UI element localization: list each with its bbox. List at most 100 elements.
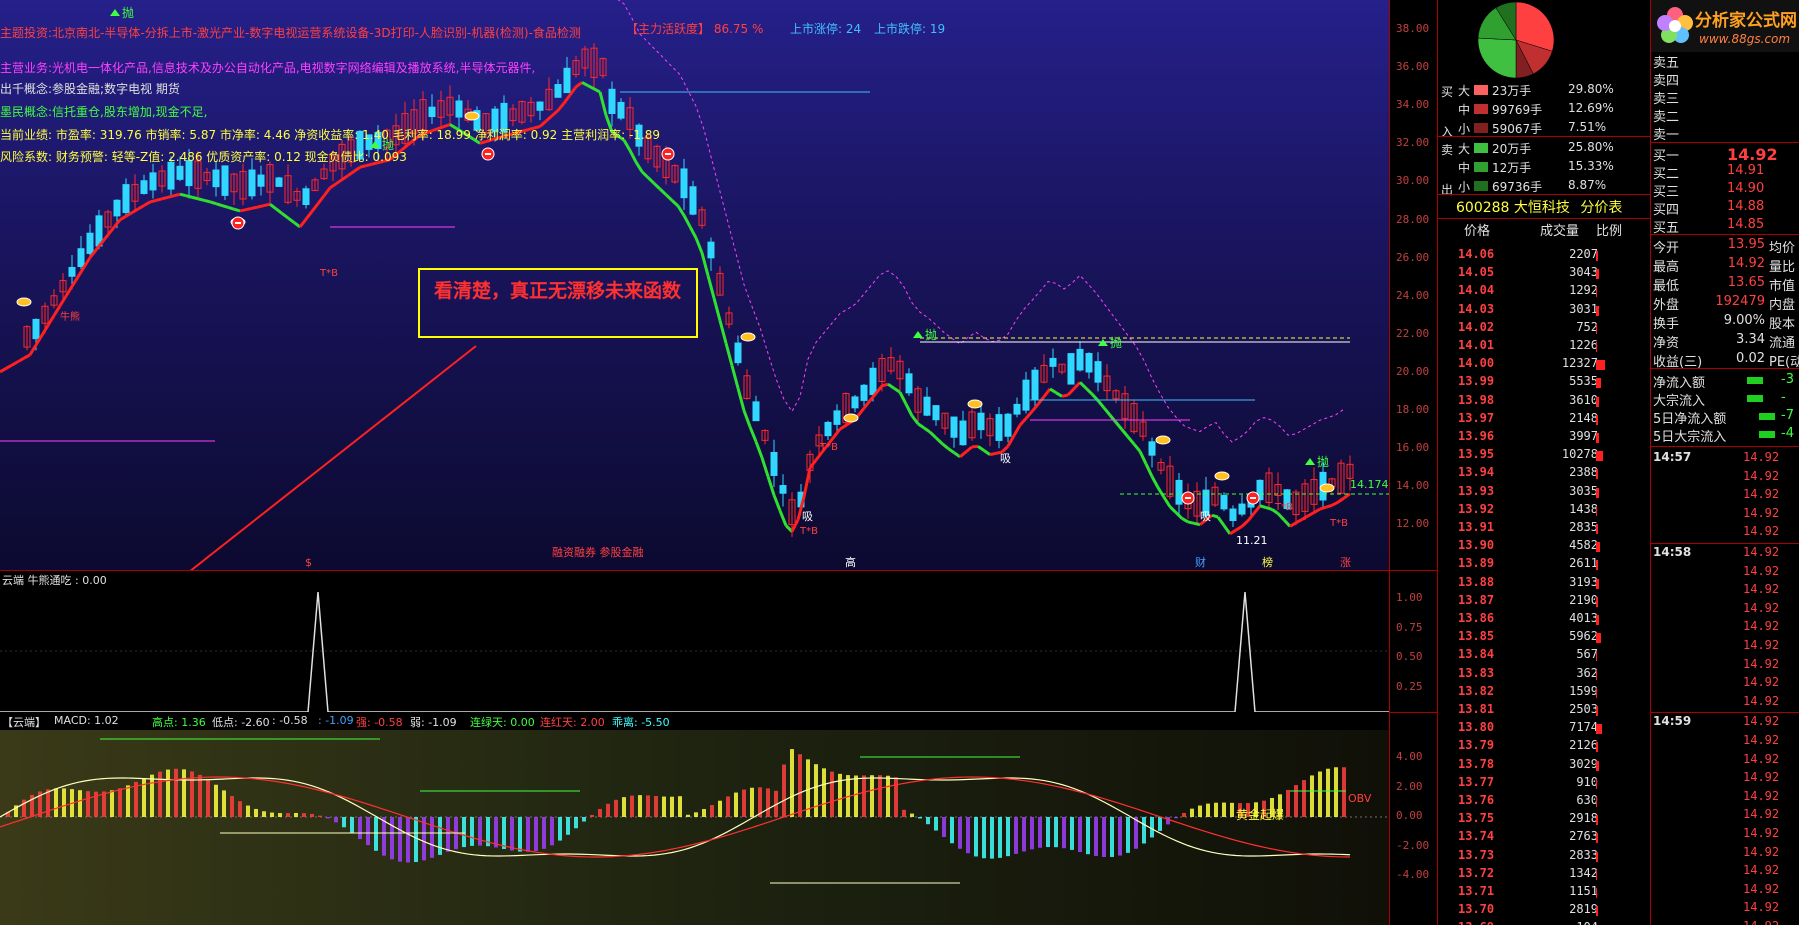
- macd-bar: [670, 796, 674, 817]
- price-row[interactable]: 14.02 752: [1438, 320, 1650, 338]
- ma-line-segment: [1168, 505, 1178, 514]
- row-volume: 4013: [1569, 611, 1598, 625]
- macd-bar: [1110, 817, 1114, 857]
- ma-line-segment: [676, 205, 686, 217]
- row-volume: 3031: [1569, 301, 1598, 316]
- price-row[interactable]: 14.06 2207: [1438, 247, 1650, 265]
- macd-bar: [1126, 817, 1130, 853]
- ma-line-segment: [1055, 391, 1063, 398]
- price-row[interactable]: 13.83 362: [1438, 666, 1650, 684]
- price-row[interactable]: 13.78 3029: [1438, 757, 1650, 775]
- price-row[interactable]: 13.84 567: [1438, 647, 1650, 665]
- macd-bar: [222, 790, 226, 817]
- price-row[interactable]: 13.96 3997: [1438, 429, 1650, 447]
- event-tag: 涨: [1340, 556, 1351, 569]
- price-row[interactable]: 14.05 3043: [1438, 265, 1650, 283]
- buy-level-price: 14.92: [1727, 145, 1778, 164]
- ratio-bar: [1596, 596, 1598, 607]
- flow-row: 大 20万手 25.80%: [1458, 140, 1648, 157]
- stat-value: 14.92: [1727, 256, 1765, 271]
- price-row[interactable]: 13.85 5962: [1438, 629, 1650, 647]
- price-row[interactable]: 13.89 2611: [1438, 556, 1650, 574]
- ma-line-segment: [947, 447, 955, 454]
- tick-time: 14:59: [1653, 714, 1692, 729]
- price-row[interactable]: 13.98 3610: [1438, 393, 1650, 411]
- axis-tick: 32.00: [1396, 136, 1430, 150]
- price-row[interactable]: 14.04 1292: [1438, 283, 1650, 301]
- row-price: 13.97: [1458, 410, 1495, 425]
- flow-size: 大: [1458, 142, 1471, 156]
- coin-icon: [1214, 471, 1230, 481]
- macd-bar: [294, 812, 298, 817]
- macd-bar: [118, 788, 122, 817]
- ma-line-segment: [1024, 410, 1034, 420]
- macd-panel[interactable]: [0, 712, 1389, 925]
- price-row[interactable]: 13.73 2833: [1438, 848, 1650, 866]
- info-line: 主营业务:光机电一体化产品,信息技术及办公自动化产品,电视数字网络编辑及播放系统…: [0, 61, 536, 75]
- event-tag: 高: [845, 555, 856, 569]
- macd-bar: [878, 775, 882, 817]
- price-row[interactable]: 13.86 4013: [1438, 611, 1650, 629]
- ma-line-segment: [694, 237, 704, 254]
- low-price-label: 11.21: [1236, 534, 1268, 547]
- macd-bar: [598, 808, 602, 817]
- price-row[interactable]: 13.93 3035: [1438, 484, 1650, 502]
- macd-bar: [614, 799, 618, 817]
- row-volume: 12327: [1561, 356, 1598, 371]
- candle-body: [1031, 369, 1039, 401]
- sell-label-1: 卖: [1441, 143, 1454, 157]
- ratio-bar: [1596, 851, 1598, 862]
- candle-body: [1175, 479, 1183, 505]
- price-row[interactable]: 13.81 2503: [1438, 702, 1650, 720]
- flow-label: 净流入额: [1653, 376, 1706, 391]
- axis-tick: 0.50: [1396, 650, 1423, 663]
- price-row[interactable]: 13.69 104: [1438, 920, 1650, 925]
- price-row[interactable]: 13.99 5535: [1438, 374, 1650, 392]
- macd-bar: [1222, 802, 1226, 817]
- ma-line-segment: [802, 467, 812, 498]
- price-row[interactable]: 13.87 2190: [1438, 593, 1650, 611]
- macd-svg[interactable]: [0, 713, 1389, 925]
- macd-bar: [958, 817, 962, 849]
- price-row[interactable]: 13.97 2148: [1438, 411, 1650, 429]
- ma-line-segment: [664, 193, 674, 202]
- price-row[interactable]: 13.82 1599: [1438, 684, 1650, 702]
- price-row[interactable]: 13.95 10278: [1438, 447, 1650, 465]
- macd-bar: [406, 817, 410, 863]
- price-row[interactable]: 13.72 1342: [1438, 866, 1650, 884]
- ma-line-segment: [1150, 475, 1160, 489]
- price-row[interactable]: 13.70 2819: [1438, 902, 1650, 920]
- axis-tick: 0.00: [1396, 809, 1423, 822]
- row-volume: 2763: [1569, 829, 1598, 844]
- ma-line-segment: [736, 387, 746, 412]
- macd-bar: [246, 805, 250, 817]
- tick-price: 14.92: [1743, 751, 1780, 766]
- price-row[interactable]: 13.79 2126: [1438, 738, 1650, 756]
- macd-bar: [1086, 817, 1090, 855]
- price-row[interactable]: 14.03 3031: [1438, 302, 1650, 320]
- chart-area[interactable]: 抛抛抛抛抛吸吸吸 T*B T*B T*B T*B T*B 牛熊 11.21 14.174 $ 高财榜…: [0, 0, 1389, 925]
- ma-line-segment: [598, 91, 608, 116]
- price-row[interactable]: 13.94 2388: [1438, 465, 1650, 483]
- row-price: 14.00: [1458, 356, 1495, 371]
- price-row[interactable]: 13.80 7174: [1438, 720, 1650, 738]
- indicator-svg[interactable]: [0, 571, 1389, 713]
- ma-line-segment: [329, 182, 337, 190]
- price-row[interactable]: 13.88 3193: [1438, 575, 1650, 593]
- price-row[interactable]: 13.90 4582: [1438, 538, 1650, 556]
- price-row[interactable]: 13.75 2918: [1438, 811, 1650, 829]
- price-row[interactable]: 13.76 630: [1438, 793, 1650, 811]
- price-row[interactable]: 14.00 12327: [1438, 356, 1650, 374]
- indicator-panel[interactable]: 云端 牛熊通吃 : 0.00: [0, 570, 1389, 713]
- price-row[interactable]: 13.71 1151: [1438, 884, 1650, 902]
- price-row[interactable]: 14.01 1226: [1438, 338, 1650, 356]
- price-row[interactable]: 13.91 2835: [1438, 520, 1650, 538]
- ma-line-segment: [341, 174, 349, 181]
- macd-bar: [182, 769, 186, 817]
- price-row[interactable]: 13.74 2763: [1438, 829, 1650, 847]
- price-row[interactable]: 13.92 1438: [1438, 502, 1650, 520]
- macd-bar: [126, 785, 130, 817]
- macd-bar: [102, 791, 106, 817]
- ma-line-segment: [359, 164, 367, 169]
- price-row[interactable]: 13.77 910: [1438, 775, 1650, 793]
